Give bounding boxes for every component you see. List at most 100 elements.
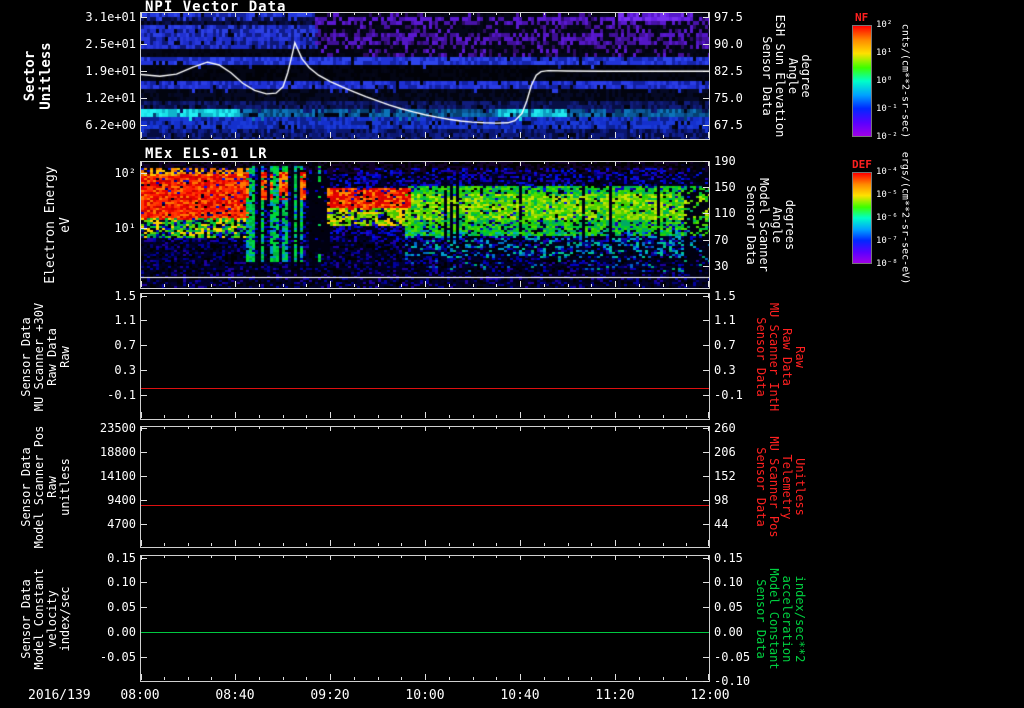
axis-tick (378, 294, 379, 296)
axis-tick (306, 427, 307, 429)
tick-label-right: 260 (714, 421, 736, 435)
axis-tick (544, 284, 545, 287)
axis-tick (703, 125, 709, 126)
axis-tick (708, 162, 709, 166)
axis-tick (708, 427, 709, 431)
axis-tick (703, 71, 709, 72)
axis-tick (568, 13, 569, 15)
axis-tick (449, 415, 450, 418)
axis-label-line: unitless (58, 458, 72, 516)
axis-tick (401, 284, 402, 287)
axis-tick (449, 284, 450, 287)
axis-label-line: Sensor Data (744, 185, 758, 265)
axis-tick (378, 556, 379, 558)
axis-tick (449, 677, 450, 680)
axis-tick (568, 135, 569, 138)
axis-tick (283, 13, 284, 15)
axis-tick (259, 427, 260, 429)
axis-tick (306, 162, 307, 164)
axis-label-line: Angle (770, 206, 784, 244)
axis-tick (164, 294, 165, 296)
axis-label-line: Unitless (793, 458, 807, 516)
axis-tick (235, 540, 236, 546)
axis-tick (401, 13, 402, 15)
axis-tick (496, 543, 497, 546)
tick-label-left: 0.3 (114, 363, 136, 377)
axis-tick (330, 412, 331, 418)
axis-tick (568, 427, 569, 429)
axis-tick (211, 284, 212, 287)
axis-tick (703, 657, 709, 658)
tick-label-left: 18800 (99, 445, 136, 459)
axis-tick (496, 294, 497, 296)
axis-tick (235, 294, 236, 298)
axis-tick (354, 162, 355, 164)
axis-tick (496, 135, 497, 138)
axis-tick (425, 412, 426, 418)
axis-tick (639, 677, 640, 680)
axis-tick (425, 540, 426, 546)
axis-tick (615, 412, 616, 418)
axis-tick (686, 294, 687, 296)
model-constant-velocity-panel (140, 555, 710, 682)
axis-tick (639, 13, 640, 15)
colorbar-tick-label: 10⁻¹ (876, 104, 898, 114)
model-scanner-pos-panel (140, 426, 710, 548)
axis-tick (188, 556, 189, 558)
tick-label-right: -0.10 (714, 674, 751, 688)
axis-tick (378, 415, 379, 418)
axis-tick (354, 294, 355, 296)
axis-tick (449, 556, 450, 558)
axis-tick (568, 415, 569, 418)
axis-tick (663, 284, 664, 287)
axis-label-line: degree (799, 54, 813, 98)
left-axis-label: Sensor Data Model Constant velocity index/s… (19, 568, 72, 669)
axis-tick (141, 44, 147, 45)
axis-tick (449, 13, 450, 15)
axis-tick (473, 415, 474, 418)
mex-els-01-lr-spectrogram (141, 162, 709, 288)
tick-label-left: 2.5e+01 (85, 37, 136, 51)
axis-tick (568, 284, 569, 287)
axis-tick (708, 556, 709, 560)
series-line (141, 632, 709, 633)
axis-tick (615, 13, 616, 17)
axis-tick (211, 294, 212, 296)
axis-tick (164, 556, 165, 558)
axis-tick (703, 500, 709, 501)
def-colorbar-unit: ergs/(cm**2-sr-sec-eV) (900, 152, 911, 284)
axis-tick (425, 132, 426, 138)
axis-tick (449, 294, 450, 296)
axis-tick (141, 607, 147, 608)
axis-tick (663, 556, 664, 558)
axis-tick (378, 427, 379, 429)
axis-tick (639, 556, 640, 558)
axis-label-line: ESH Sun Elevation (773, 14, 787, 138)
axis-tick (259, 677, 260, 680)
tick-label-left: 0.7 (114, 338, 136, 352)
axis-tick (354, 284, 355, 287)
axis-tick (544, 543, 545, 546)
axis-label-line: acceleration (780, 575, 794, 662)
axis-tick (449, 543, 450, 546)
axis-label-line: Sensor Data (754, 316, 768, 397)
axis-tick (378, 677, 379, 680)
axis-tick (378, 135, 379, 138)
axis-tick (703, 213, 709, 214)
axis-tick (354, 13, 355, 15)
axis-tick (639, 135, 640, 138)
left-axis-label: Sensor Data MU Scanner +30V Raw Data Raw (19, 302, 72, 410)
axis-label-line: Sensor Data (754, 447, 768, 527)
axis-tick (425, 13, 426, 17)
axis-tick (591, 162, 592, 164)
axis-tick (686, 13, 687, 15)
axis-tick (449, 427, 450, 429)
axis-tick (473, 284, 474, 287)
axis-tick (520, 294, 521, 298)
axis-tick (708, 412, 709, 418)
axis-tick (591, 543, 592, 546)
axis-tick (141, 370, 147, 371)
axis-tick (259, 135, 260, 138)
axis-tick (141, 345, 147, 346)
right-axis-label: Unitless Telemetry MU Scanner Pos Sensor Da… (754, 436, 807, 537)
